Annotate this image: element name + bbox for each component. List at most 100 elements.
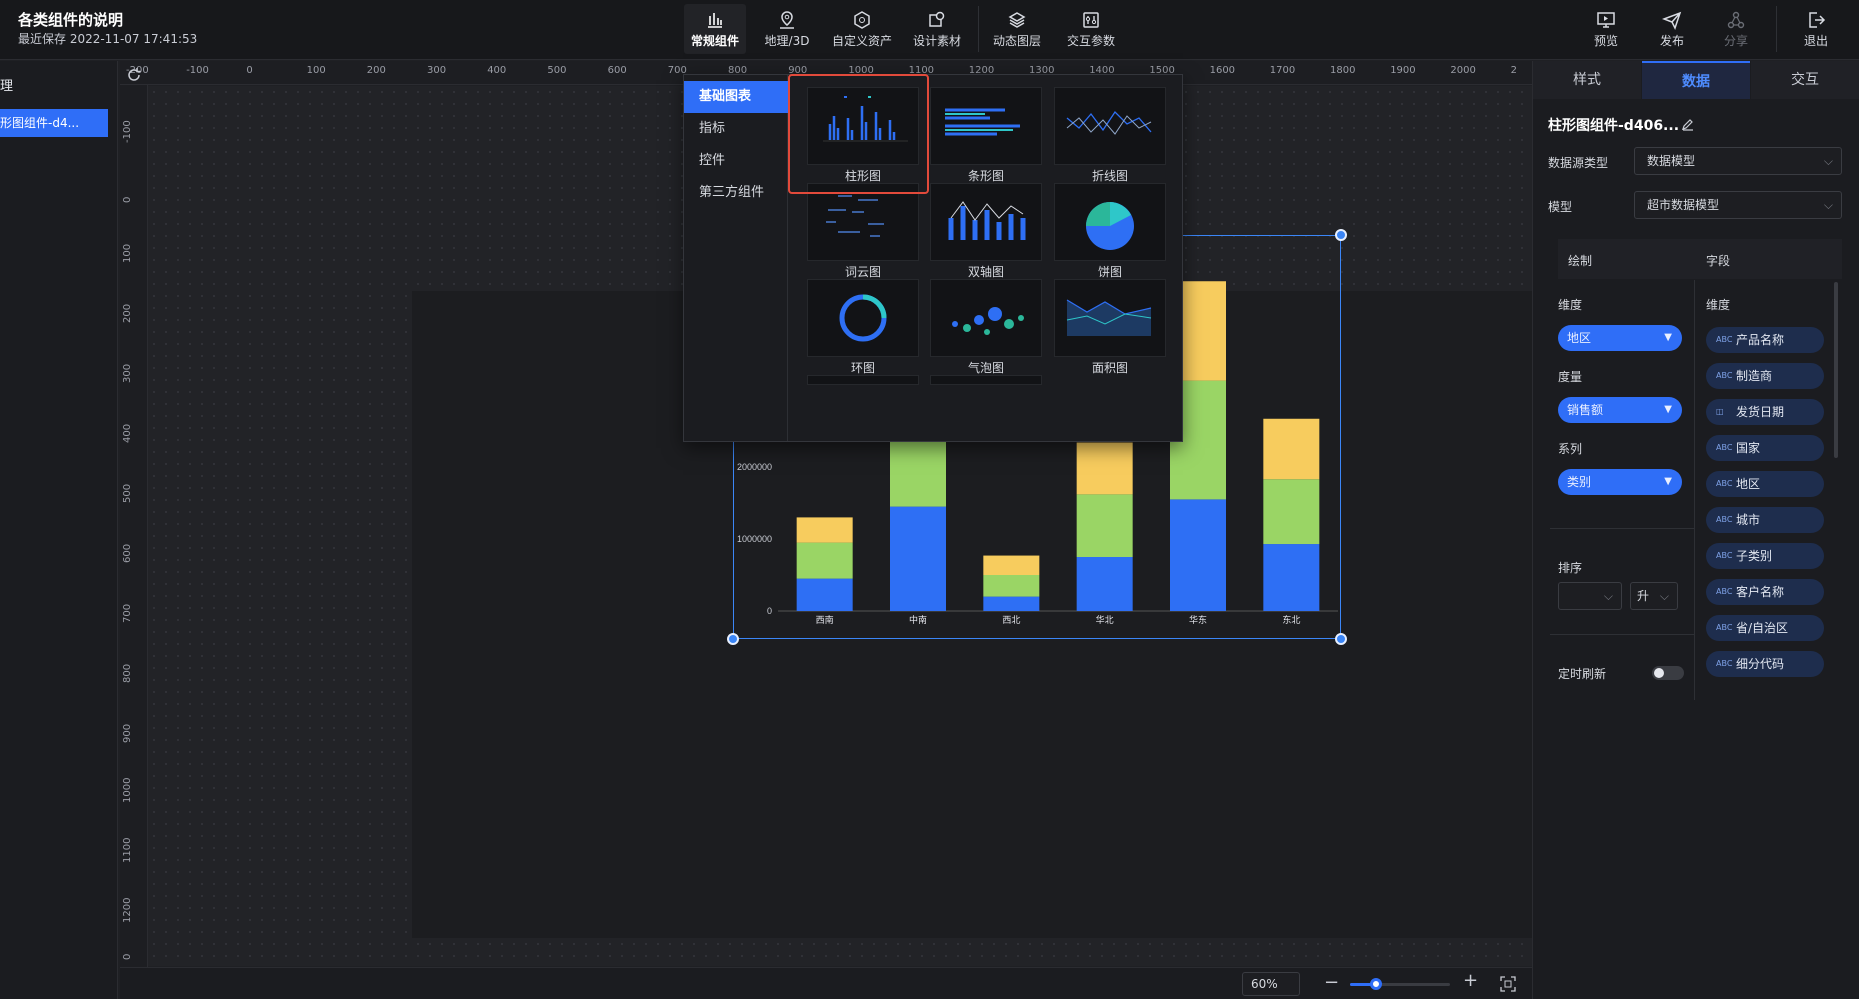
tab-interaction[interactable]: 交互 — [1751, 61, 1859, 99]
thumb-ring-chart[interactable] — [807, 279, 919, 357]
thumb-label: 气泡图 — [967, 361, 1004, 375]
zoom-slider[interactable] — [1350, 978, 1450, 990]
panel-divider — [1694, 280, 1695, 700]
tab-style[interactable]: 样式 — [1533, 61, 1641, 99]
send-icon — [1662, 11, 1682, 30]
tool-regular-components[interactable]: 常规组件 — [684, 4, 746, 54]
fields-scrollbar[interactable] — [1834, 282, 1838, 458]
word-cloud-thumbnail-icon — [826, 195, 884, 237]
map-pin-icon — [780, 11, 794, 29]
thumb-bubble-chart[interactable] — [930, 279, 1042, 357]
last-saved-text: 最近保存 2022-11-07 17:41:53 — [18, 32, 198, 46]
layer-panel-title: 理 — [0, 79, 14, 94]
section-divider — [1550, 634, 1694, 635]
fit-screen-icon[interactable] — [1500, 976, 1516, 992]
field-item[interactable]: ABC 细分代码 — [1706, 651, 1824, 677]
share-button[interactable]: 分享 — [1706, 4, 1766, 54]
horizontal-bar-thumbnail-icon — [945, 108, 1020, 136]
text-type-icon: ABC — [1716, 479, 1733, 488]
dimension-pill[interactable]: 地区 ▼ — [1558, 325, 1682, 351]
field-item[interactable]: ABC 制造商 — [1706, 363, 1824, 389]
field-item[interactable]: ABC 产品名称 — [1706, 327, 1824, 353]
chevron-down-icon: ⌵ — [1659, 589, 1669, 603]
sort-field-select[interactable]: ⌵ — [1558, 582, 1622, 610]
caret-down-icon: ▼ — [1664, 332, 1672, 343]
thumb-line-chart[interactable] — [1054, 87, 1166, 165]
field-label: 发货日期 — [1736, 405, 1785, 419]
toolbar-divider — [978, 6, 979, 52]
ruler-tick-label: 1800 — [1330, 65, 1356, 76]
tool-geo-3d[interactable]: 地理/3D — [756, 4, 818, 54]
field-item[interactable]: ABC 城市 — [1706, 507, 1824, 533]
exit-button[interactable]: 退出 — [1786, 4, 1846, 54]
field-item[interactable]: ABC 地区 — [1706, 471, 1824, 497]
ruler-tick-label: 500 — [547, 65, 567, 76]
component-picker-popup: 基础图表 指标 控件 第三方组件 柱形图 条形图 折线图 词云图 双轴图 饼图 … — [683, 74, 1183, 442]
date-type-icon: ◫ — [1716, 407, 1724, 416]
ruler-tick-label: 300 — [427, 65, 447, 76]
tool-design-materials[interactable]: 设计素材 — [906, 4, 968, 54]
tool-interaction-params[interactable]: 交互参数 — [1060, 4, 1122, 54]
thumb-pie-chart[interactable] — [1054, 183, 1166, 261]
sort-label: 排序 — [1558, 561, 1583, 575]
chevron-down-icon: ⌵ — [1823, 154, 1833, 168]
zoom-in-button[interactable]: + — [1463, 970, 1478, 991]
hexagon-icon — [854, 11, 870, 29]
thumb-horizontal-bar[interactable] — [930, 87, 1042, 165]
share-icon — [1727, 11, 1745, 29]
ruler-tick-label: 1600 — [1209, 65, 1236, 76]
measure-pill[interactable]: 销售额 ▼ — [1558, 397, 1682, 423]
ruler-tick-label: 600 — [607, 65, 627, 76]
preview-button[interactable]: 预览 — [1576, 4, 1636, 54]
category-indicators[interactable]: 指标 — [684, 113, 788, 145]
ruler-tick-label: 600 — [122, 543, 133, 563]
reset-view-icon[interactable] — [126, 67, 142, 83]
datasource-value: 数据模型 — [1647, 154, 1696, 168]
sort-order-select[interactable]: 升 ⌵ — [1630, 582, 1678, 610]
field-label: 制造商 — [1736, 369, 1773, 383]
ruler-tick-label: 400 — [487, 65, 507, 76]
subtab-fields[interactable]: 字段 — [1706, 252, 1730, 269]
edit-icon[interactable] — [1681, 117, 1695, 131]
field-label: 细分代码 — [1736, 657, 1785, 671]
series-pill[interactable]: 类别 ▼ — [1558, 469, 1682, 495]
category-basic-charts[interactable]: 基础图表 — [684, 81, 788, 113]
category-third-party[interactable]: 第三方组件 — [684, 177, 788, 209]
thumb-area-chart[interactable] — [1054, 279, 1166, 357]
resize-handle-bottom-left[interactable] — [727, 633, 739, 645]
thumb-more[interactable] — [930, 375, 1042, 385]
tool-custom-assets[interactable]: 自定义资产 — [826, 4, 898, 54]
field-item[interactable]: ABC 国家 — [1706, 435, 1824, 461]
ruler-tick-label: 900 — [122, 723, 133, 743]
zoom-input[interactable]: 60% — [1242, 972, 1300, 996]
tool-label: 常规组件 — [690, 34, 739, 48]
field-label: 地区 — [1736, 477, 1761, 491]
zoom-slider-knob[interactable] — [1370, 978, 1382, 990]
thumb-dual-axis[interactable] — [930, 183, 1042, 261]
datasource-select[interactable]: 数据模型 ⌵ — [1634, 147, 1842, 175]
subtab-draw[interactable]: 绘制 — [1568, 252, 1592, 269]
auto-refresh-toggle[interactable] — [1652, 666, 1684, 680]
tab-data[interactable]: 数据 — [1642, 61, 1750, 99]
publish-button[interactable]: 发布 — [1642, 4, 1702, 54]
model-select[interactable]: 超市数据模型 ⌵ — [1634, 191, 1842, 219]
ruler-tick-label: 2000 — [1450, 65, 1476, 76]
section-divider — [1550, 528, 1694, 529]
field-item[interactable]: ABC 客户名称 — [1706, 579, 1824, 605]
tool-dynamic-layers[interactable]: 动态图层 — [986, 4, 1048, 54]
field-item[interactable]: ABC 省/自治区 — [1706, 615, 1824, 641]
field-label: 国家 — [1736, 441, 1761, 455]
layer-item-bar-chart[interactable]: 形图组件-d4... — [0, 109, 108, 137]
thumb-word-cloud[interactable] — [807, 183, 919, 261]
thumb-more[interactable] — [807, 375, 919, 385]
category-controls[interactable]: 控件 — [684, 145, 788, 177]
share-label: 分享 — [1723, 34, 1748, 48]
resize-handle-bottom-right[interactable] — [1335, 633, 1347, 645]
subtab-bar — [1558, 239, 1842, 279]
resize-handle-top-right[interactable] — [1335, 229, 1347, 241]
zoom-out-button[interactable]: − — [1324, 972, 1339, 993]
datasource-label: 数据源类型 — [1548, 156, 1609, 170]
field-item[interactable]: ◫ 发货日期 — [1706, 399, 1824, 425]
field-item[interactable]: ABC 子类别 — [1706, 543, 1824, 569]
ruler-tick-label: 0 — [246, 65, 253, 76]
